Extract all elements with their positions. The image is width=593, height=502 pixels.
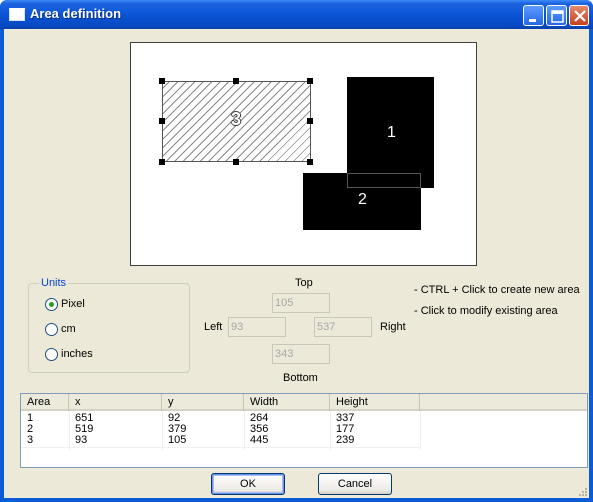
units-groupbox: Units Pixel cm inches [28,277,190,373]
right-label: Right [380,321,406,333]
radio-inches[interactable] [45,348,58,361]
cancel-button[interactable]: Cancel [318,473,392,495]
title-bar[interactable]: Area definition [0,0,593,29]
top-field[interactable]: 105 [272,293,330,313]
close-icon [574,10,586,22]
cell-area: 3 [27,434,34,446]
radio-cm[interactable] [45,323,58,336]
column-header-area[interactable]: Area [21,394,69,411]
resize-handle-right[interactable] [307,118,313,124]
area-2-label: 2 [358,191,367,208]
radio-pixel-label: Pixel [61,298,85,310]
cell-width: 445 [250,434,269,446]
resize-handle-top-right[interactable] [307,78,313,84]
minimize-icon [529,19,536,22]
column-divider [69,411,70,450]
top-label: Top [295,277,313,289]
column-divider [162,411,163,450]
column-header-width[interactable]: Width [244,394,330,411]
ok-button[interactable]: OK [211,473,285,495]
radio-inches-label: inches [61,348,93,360]
hint-modify-area: - Click to modify existing area [414,305,558,317]
area-overlap-outline [347,173,421,188]
table-row[interactable]: 2 519 379 356 177 [21,424,587,436]
area-definition-window: Area definition 1 2 3 Units Pixel cm inc… [0,0,593,502]
window-title: Area definition [30,6,122,21]
resize-handle-left[interactable] [159,118,165,124]
window-icon [9,8,25,21]
hint-create-area: - CTRL + Click to create new area [414,284,580,296]
left-field[interactable]: 93 [228,317,286,337]
close-button[interactable] [569,5,589,26]
resize-handle-top-left[interactable] [159,78,165,84]
bottom-label: Bottom [283,372,318,384]
resize-handle-bottom[interactable] [233,159,239,165]
maximize-button[interactable] [546,5,567,26]
minimize-button[interactable] [523,5,544,26]
area-3-selected-rect[interactable]: 3 [162,81,311,162]
cell-y: 105 [168,434,187,446]
table-row[interactable]: 3 93 105 445 239 [21,434,587,447]
bottom-field[interactable]: 343 [272,344,330,364]
area-3-label: 3 [231,109,242,129]
cell-x: 93 [75,434,88,446]
table-row[interactable]: 1 651 92 264 337 [21,413,587,425]
row-divider [21,447,421,448]
areas-table[interactable]: Area x y Width Height 1 651 92 264 337 2… [20,393,588,468]
right-field[interactable]: 537 [314,317,372,337]
radio-cm-label: cm [61,323,76,335]
radio-pixel[interactable] [45,298,58,311]
column-header-x[interactable]: x [69,394,162,411]
maximize-icon [551,10,564,23]
column-divider [244,411,245,450]
left-label: Left [204,321,223,333]
area-canvas[interactable]: 1 2 3 [130,42,477,266]
area-1-rect[interactable]: 1 [347,77,434,188]
column-header-height[interactable]: Height [330,394,420,411]
dialog-client-area: 1 2 3 Units Pixel cm inches Top 105 Left… [4,29,589,498]
column-divider [330,411,331,450]
units-groupbox-title: Units [39,277,69,289]
resize-grip-icon[interactable] [577,486,587,496]
column-divider [420,411,421,450]
resize-handle-bottom-right[interactable] [307,159,313,165]
area-1-label: 1 [387,124,396,141]
cell-height: 239 [336,434,355,446]
resize-handle-bottom-left[interactable] [159,159,165,165]
table-header: Area x y Width Height [21,394,587,411]
resize-handle-top[interactable] [233,78,239,84]
column-header-y[interactable]: y [162,394,244,411]
